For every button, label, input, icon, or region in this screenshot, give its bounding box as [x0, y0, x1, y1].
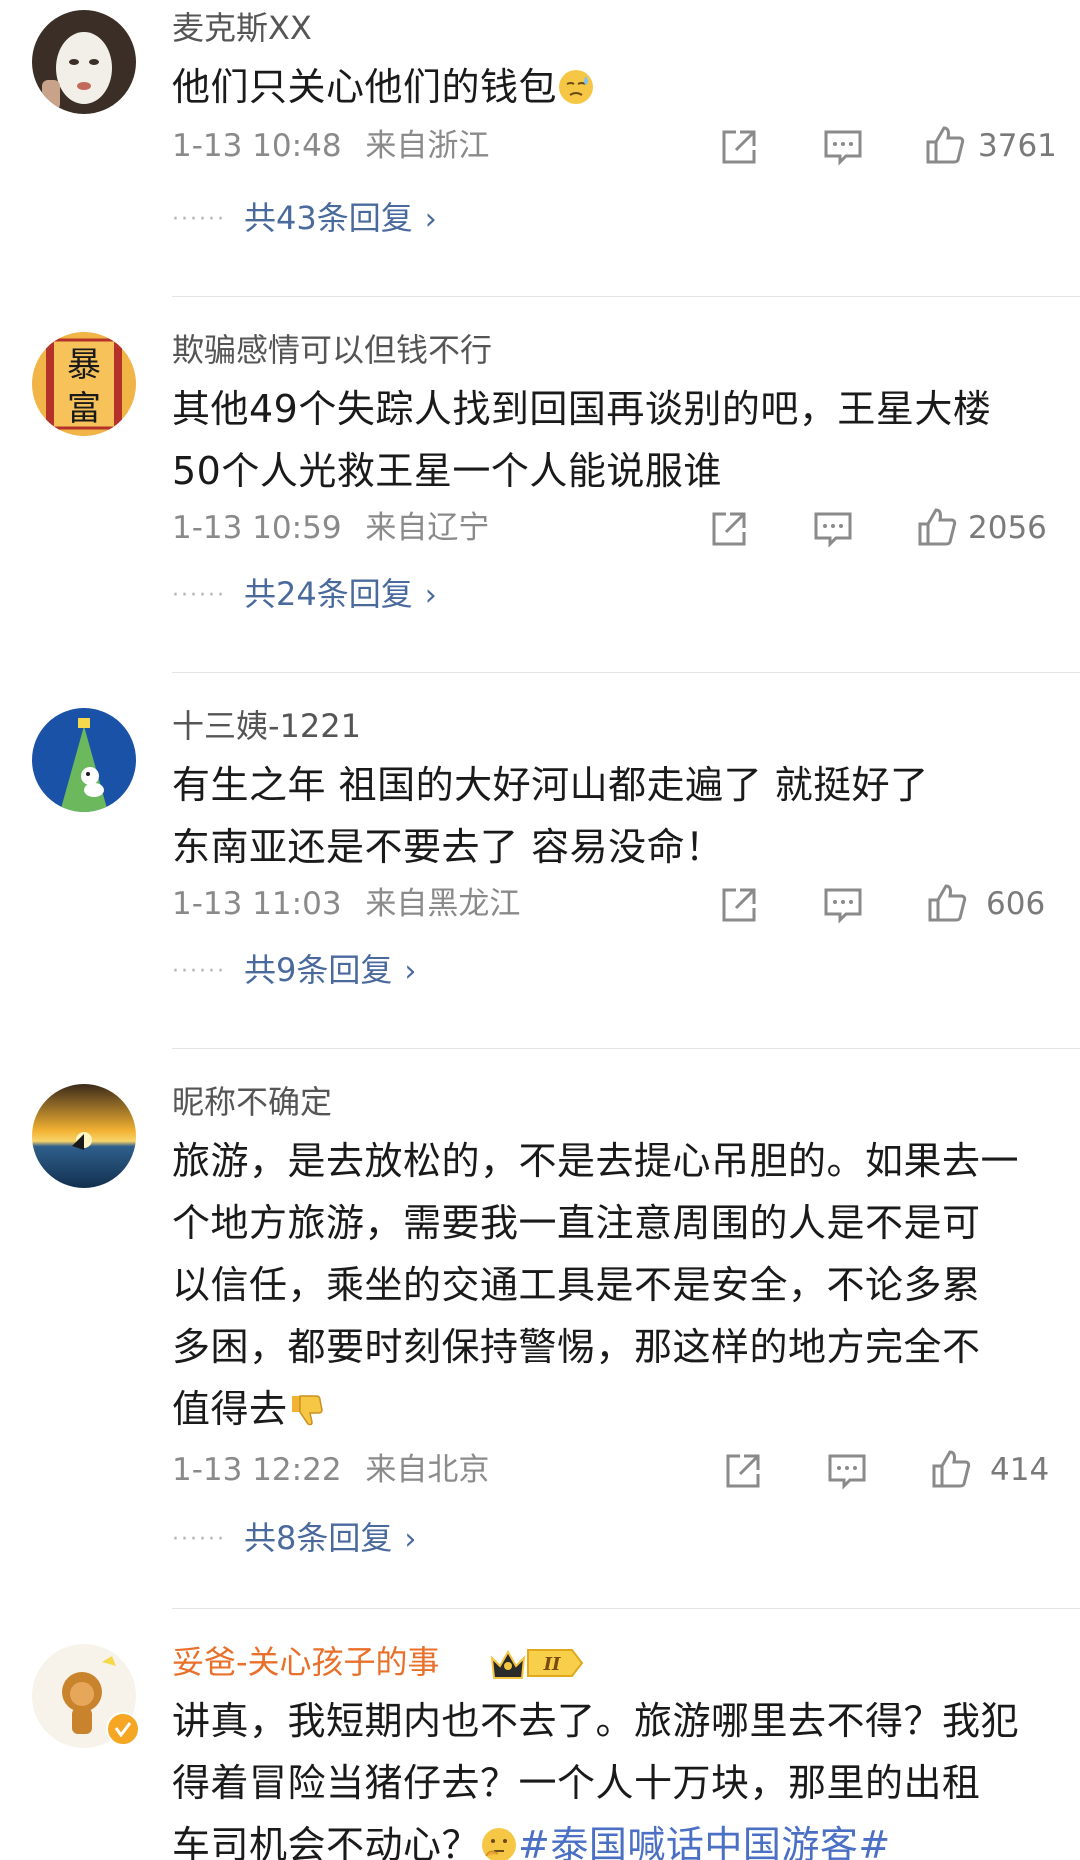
cold-sweat-emoji-icon: [557, 62, 595, 104]
like-count: 2056: [968, 510, 1047, 546]
comment-text: 讲真，我短期内也不去了。旅游哪里去不得？我犯 得着冒险当猪仔去？一个人十万块，那…: [172, 1690, 1052, 1860]
comment-icon[interactable]: [820, 124, 866, 170]
comment-list: 麦克斯XX 他们只关心他们的钱包 1-13 10:48 来自浙江 3761 ··…: [0, 0, 1080, 1860]
comment-item: 暴 富 欺骗感情可以但钱不行 其他49个失踪人找到回国再谈别的吧，王星大楼 50…: [0, 322, 1080, 674]
comment-meta: 1-13 10:48 来自浙江: [172, 126, 503, 166]
comment-text: 他们只关心他们的钱包: [172, 56, 1052, 118]
thumbs-down-emoji-icon: [288, 1384, 326, 1426]
chevron-right-icon: ›: [404, 954, 417, 989]
share-icon[interactable]: [716, 882, 762, 928]
like-count: 3761: [978, 128, 1057, 164]
comment-icon[interactable]: [820, 882, 866, 928]
comment-text: 旅游，是去放松的，不是去提心吊胆的。如果去一 个地方旅游，需要我一直注意周围的人…: [172, 1139, 1020, 1431]
comment-date: 1-13 11:03: [172, 886, 342, 922]
avatar[interactable]: 暴 富: [32, 332, 136, 436]
like-count: 414: [990, 1452, 1050, 1488]
avatar[interactable]: [32, 10, 136, 114]
share-icon[interactable]: [706, 506, 752, 552]
comment-date: 1-13 10:48: [172, 128, 342, 164]
chevron-right-icon: ›: [424, 202, 437, 237]
divider: [172, 1048, 1080, 1049]
comment-icon[interactable]: [824, 1448, 870, 1494]
view-replies-link[interactable]: ······ 共9条回复 ›: [172, 950, 416, 992]
comment-meta: 1-13 10:59 来自辽宁: [172, 508, 503, 548]
comment-item: 麦克斯XX 他们只关心他们的钱包 1-13 10:48 来自浙江 3761 ··…: [0, 0, 1080, 300]
username[interactable]: 昵称不确定: [172, 1082, 332, 1122]
avatar-text-top: 暴: [67, 345, 101, 385]
like-icon[interactable]: [922, 122, 968, 168]
comment-item: 妥爸-关心孩子的事 II 讲真，我短期内也不去了。旅游哪里去不得？我犯 得着冒险…: [0, 1634, 1080, 1860]
dots-decoration: ······: [172, 207, 226, 232]
like-icon[interactable]: [914, 504, 960, 550]
dots-decoration: ······: [172, 583, 226, 608]
comment-location: 来自黑龙江: [365, 886, 521, 922]
username[interactable]: 十三姨-1221: [172, 706, 361, 746]
comment-text: 有生之年 祖国的大好河山都走遍了 就挺好了 东南亚还是不要去了 容易没命！: [172, 763, 929, 869]
thinking-face-emoji-icon: [480, 1820, 518, 1860]
comment-meta: 1-13 11:03 来自黑龙江: [172, 884, 534, 924]
share-icon[interactable]: [720, 1448, 766, 1494]
comment-text: 其他49个失踪人找到回国再谈别的吧，王星大楼 50个人光救王星一个人能说服谁: [172, 387, 992, 493]
divider: [172, 296, 1080, 297]
comment-date: 1-13 12:22: [172, 1452, 342, 1488]
like-icon[interactable]: [928, 1446, 974, 1492]
avatar[interactable]: [32, 708, 136, 812]
comment-meta: 1-13 12:22 来自北京: [172, 1450, 503, 1490]
hashtag-link[interactable]: #泰国喊话中国游客#: [518, 1823, 891, 1860]
verified-icon: [106, 1712, 140, 1746]
comment-location: 来自北京: [365, 1452, 490, 1488]
username[interactable]: 麦克斯XX: [172, 8, 312, 48]
divider: [172, 1608, 1080, 1609]
comment-icon[interactable]: [810, 506, 856, 552]
comment-item: 十三姨-1221 有生之年 祖国的大好河山都走遍了 就挺好了 东南亚还是不要去了…: [0, 698, 1080, 1050]
view-replies-link[interactable]: ······ 共24条回复 ›: [172, 574, 437, 616]
crown-badge-icon[interactable]: II: [488, 1644, 586, 1686]
username[interactable]: 妥爸-关心孩子的事: [172, 1642, 440, 1682]
chevron-right-icon: ›: [424, 578, 437, 613]
badge-level: II: [543, 1654, 561, 1675]
username[interactable]: 欺骗感情可以但钱不行: [172, 330, 492, 370]
divider: [172, 672, 1080, 673]
avatar[interactable]: [32, 1644, 140, 1748]
comment-date: 1-13 10:59: [172, 510, 342, 546]
comment-location: 来自浙江: [365, 128, 490, 164]
chevron-right-icon: ›: [404, 1522, 417, 1557]
comment-item: 昵称不确定 旅游，是去放松的，不是去提心吊胆的。如果去一 个地方旅游，需要我一直…: [0, 1074, 1080, 1614]
share-icon[interactable]: [716, 124, 762, 170]
view-replies-link[interactable]: ······ 共43条回复 ›: [172, 198, 437, 240]
comment-location: 来自辽宁: [365, 510, 490, 546]
avatar-text-bottom: 富: [67, 389, 101, 429]
avatar[interactable]: [32, 1084, 136, 1188]
view-replies-link[interactable]: ······ 共8条回复 ›: [172, 1518, 416, 1560]
like-icon[interactable]: [924, 880, 970, 926]
dots-decoration: ······: [172, 1527, 226, 1552]
like-count: 606: [986, 886, 1046, 922]
dots-decoration: ······: [172, 959, 226, 984]
